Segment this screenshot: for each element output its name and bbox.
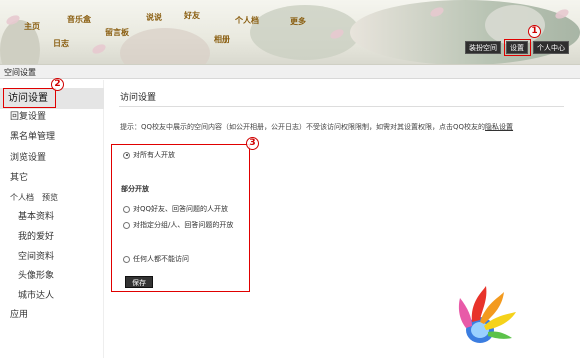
annotation-number-2: 2 <box>51 78 64 91</box>
watermark-logo <box>458 286 516 343</box>
radio-checked-icon[interactable] <box>123 151 130 159</box>
option-label: 对指定分组/人、回答问题的开放 <box>133 221 234 229</box>
sidebar-item-city-expert[interactable]: 城市达人 <box>18 291 54 302</box>
nav-home[interactable]: 主页 <box>24 22 40 32</box>
nav-guestbook[interactable]: 留言板 <box>105 28 129 38</box>
sidebar-item-hobbies[interactable]: 我的爱好 <box>18 232 54 243</box>
annotation-number-3: 3 <box>246 137 259 150</box>
sidebar-item-preview[interactable]: 预览 <box>42 192 58 203</box>
sidebar-item-basic-info[interactable]: 基本资料 <box>18 212 54 223</box>
page-title: 访问设置 <box>120 93 157 103</box>
sidebar-item-reply-settings[interactable]: 回复设置 <box>10 112 46 123</box>
hint-text: 提示：QQ校友中展示的空间内容（如公开相册，公开日志）不受该访问权限限制，如需对… <box>120 123 486 131</box>
banner-decoration <box>120 28 210 64</box>
header-banner: 主页 日志 音乐盒 留言板 说说 好友 相册 个人档 更多 装扮空间 设置 个人… <box>0 0 580 65</box>
annotation-box-settings <box>504 39 531 56</box>
option-label: 对QQ好友、回答问题的人开放 <box>133 205 229 213</box>
decorate-space-button[interactable]: 装扮空间 <box>465 41 501 54</box>
sidebar-item-apps[interactable]: 应用 <box>10 310 28 321</box>
privacy-hint: 提示：QQ校友中展示的空间内容（如公开相册，公开日志）不受该访问权限限制，如需对… <box>120 122 513 132</box>
qzone-settings-page: { "nav": { "home": "主页", "diary": "日志", … <box>0 0 580 358</box>
save-button[interactable]: 保存 <box>125 276 153 288</box>
privacy-settings-link[interactable]: 隐私设置 <box>485 123 513 131</box>
nav-more[interactable]: 更多 <box>290 17 306 27</box>
sidebar-item-space-info[interactable]: 空间资料 <box>18 252 54 263</box>
annotation-number-1: 1 <box>528 25 541 38</box>
radio-icon[interactable] <box>123 205 130 213</box>
personal-center-button[interactable]: 个人中心 <box>533 41 569 54</box>
annotation-box-visit-settings <box>3 88 56 108</box>
banner-decoration <box>350 0 580 64</box>
sidebar-item-blacklist[interactable]: 黑名单管理 <box>10 132 55 143</box>
nav-album[interactable]: 相册 <box>214 35 230 45</box>
petal-decoration <box>90 42 108 56</box>
settings-sidebar: 访问设置 回复设置 黑名单管理 浏览设置 其它 个人档 预览 基本资料 我的爱好… <box>0 80 104 358</box>
option-label: 任何人都不能访问 <box>133 255 189 263</box>
nav-music[interactable]: 音乐盒 <box>67 15 91 25</box>
nav-diary[interactable]: 日志 <box>53 39 69 49</box>
divider <box>119 106 564 107</box>
section-header: 空间设置 <box>0 65 580 79</box>
nav-talk[interactable]: 说说 <box>146 13 162 23</box>
sidebar-item-browse-settings[interactable]: 浏览设置 <box>10 153 46 164</box>
nav-friends[interactable]: 好友 <box>184 11 200 21</box>
option-qq-friends[interactable]: 对QQ好友、回答问题的人开放 <box>123 204 228 214</box>
nav-profile[interactable]: 个人档 <box>235 16 259 26</box>
section-title: 空间设置 <box>4 68 36 77</box>
option-open-to-all[interactable]: 对所有人开放 <box>123 150 175 160</box>
annotation-box-options <box>111 144 250 292</box>
sidebar-item-profile[interactable]: 个人档 <box>10 192 34 203</box>
option-specified-groups[interactable]: 对指定分组/人、回答问题的开放 <box>123 220 233 230</box>
sidebar-item-avatar[interactable]: 头像形象 <box>18 271 54 282</box>
option-label: 对所有人开放 <box>133 151 175 159</box>
option-no-access[interactable]: 任何人都不能访问 <box>123 254 189 264</box>
radio-icon[interactable] <box>123 221 130 229</box>
radio-icon[interactable] <box>123 255 130 263</box>
partial-open-heading: 部分开放 <box>121 185 149 193</box>
sidebar-item-other[interactable]: 其它 <box>10 173 28 184</box>
